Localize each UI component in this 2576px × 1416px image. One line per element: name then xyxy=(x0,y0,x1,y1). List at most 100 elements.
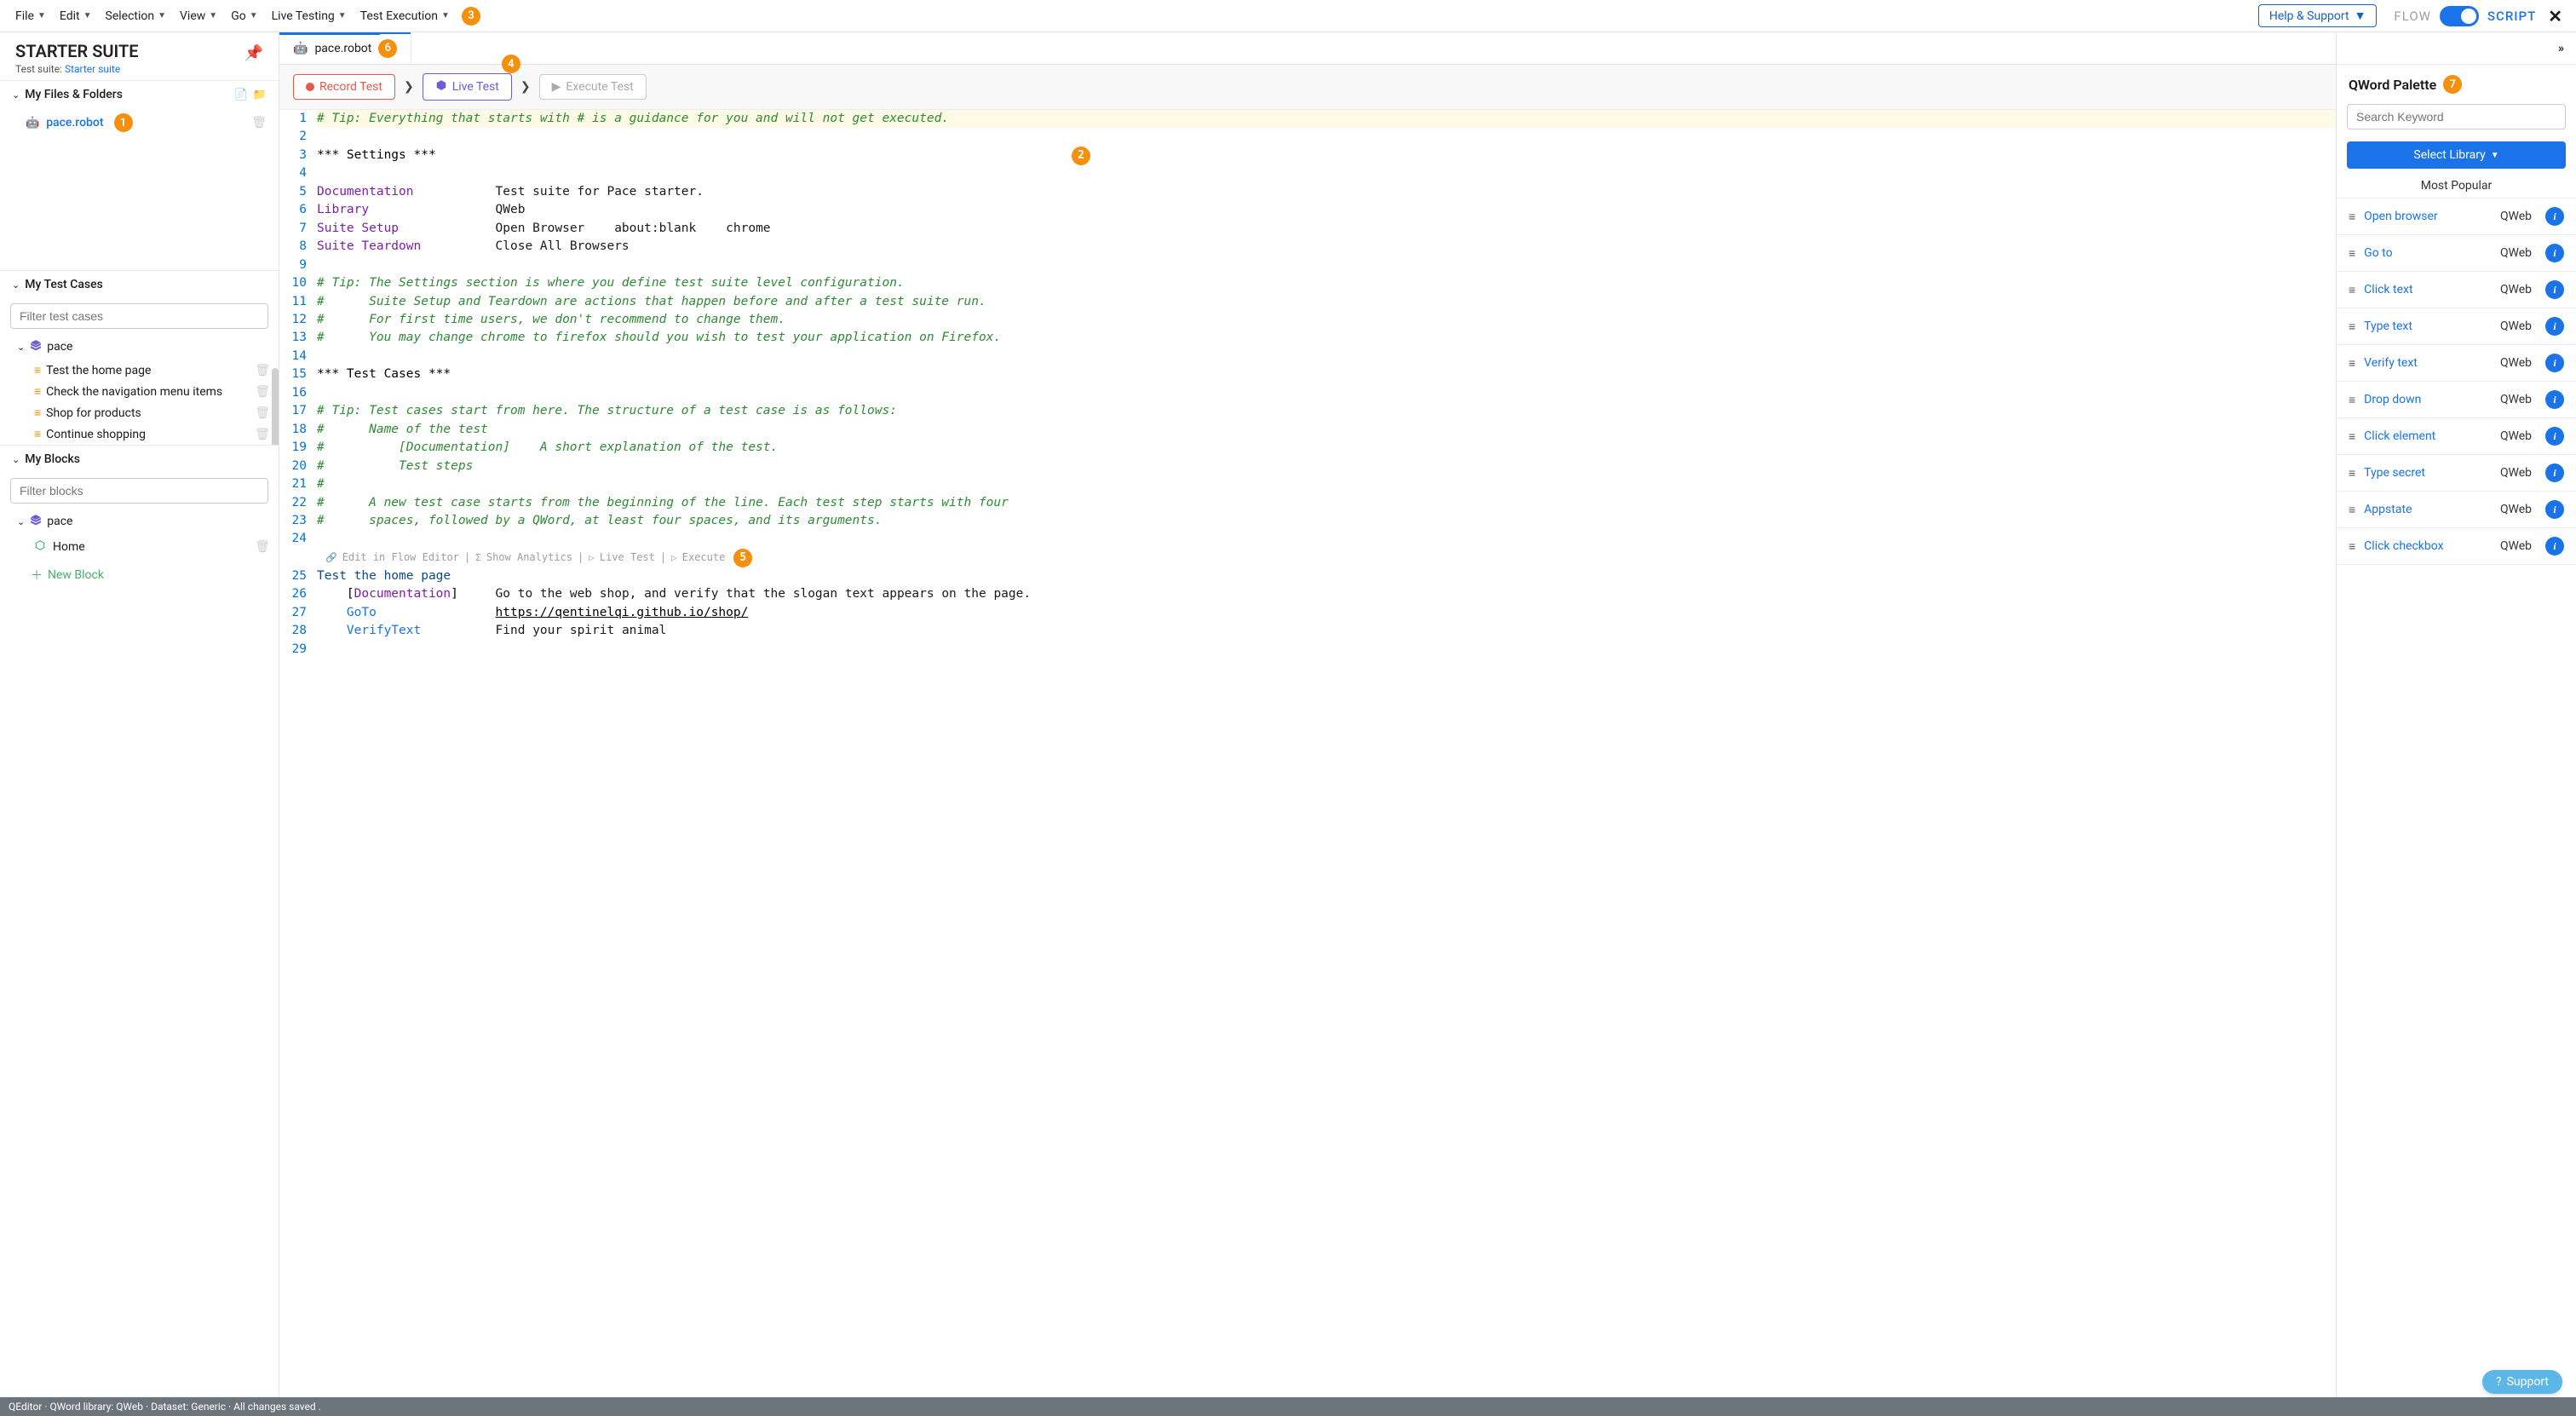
drag-icon[interactable]: ≡ xyxy=(2349,539,2355,554)
suite-title: STARTER SUITE xyxy=(15,41,139,61)
tab-pace-robot[interactable]: 🤖 pace.robot 6 xyxy=(279,32,411,64)
tour-badge-3: 3 xyxy=(462,7,480,26)
most-popular-label: Most Popular xyxy=(2337,174,2576,199)
drag-icon[interactable]: ≡ xyxy=(2349,210,2355,224)
testcases-header-label: My Test Cases xyxy=(25,278,103,291)
testcases-header[interactable]: ⌄ My Test Cases xyxy=(0,271,279,298)
files-header[interactable]: ⌄ My Files & Folders 📄 📁 xyxy=(0,81,279,108)
keyword-row[interactable]: ≡Click checkboxQWebi xyxy=(2337,528,2576,565)
tab-strip: 🤖 pace.robot 6 xyxy=(279,32,2336,65)
menu-live-testing[interactable]: Live Testing▼ xyxy=(265,4,354,28)
select-library-button[interactable]: Select Library▼ xyxy=(2347,141,2566,169)
execute-test-button[interactable]: ▶Execute Test xyxy=(539,74,647,100)
info-icon[interactable]: i xyxy=(2545,280,2564,299)
live-test-button[interactable]: Live Test xyxy=(423,73,512,101)
suite-link[interactable]: Starter suite xyxy=(65,63,120,75)
keyword-list[interactable]: ≡Open browserQWebi ≡Go toQWebi ≡Click te… xyxy=(2337,199,2576,1397)
info-icon[interactable]: i xyxy=(2545,354,2564,372)
record-test-button[interactable]: Record Test xyxy=(293,74,395,100)
search-keyword-input[interactable] xyxy=(2347,104,2566,130)
keyword-row[interactable]: ≡AppstateQWebi xyxy=(2337,492,2576,528)
lens-analytics[interactable]: Show Analytics xyxy=(486,550,572,566)
drag-icon[interactable]: ≡ xyxy=(2349,466,2355,481)
info-icon[interactable]: i xyxy=(2545,500,2564,519)
new-block-button[interactable]: ＋ New Block xyxy=(0,560,279,590)
expand-icon[interactable]: » xyxy=(2558,42,2564,55)
menu-selection[interactable]: Selection▼ xyxy=(99,4,174,28)
layers-icon xyxy=(30,339,42,354)
tour-badge-2: 2 xyxy=(1072,147,1090,165)
info-icon[interactable]: i xyxy=(2545,390,2564,409)
testcase-item[interactable]: ≡Test the home page🗑 xyxy=(0,360,279,381)
palette-title: QWord Palette xyxy=(2349,77,2436,93)
keyword-row[interactable]: ≡Drop downQWebi xyxy=(2337,382,2576,418)
help-support-button[interactable]: Help & Support▼ xyxy=(2258,4,2378,27)
drag-icon[interactable]: ≡ xyxy=(2349,246,2355,261)
lens-edit[interactable]: Edit in Flow Editor xyxy=(342,550,459,566)
list-icon: ≡ xyxy=(34,406,39,420)
drag-icon[interactable]: ≡ xyxy=(2349,429,2355,444)
scrollbar-thumb[interactable] xyxy=(272,368,279,445)
info-icon[interactable]: i xyxy=(2545,317,2564,336)
tour-badge-6: 6 xyxy=(378,39,397,58)
file-row[interactable]: 🤖 pace.robot 1 🗑 xyxy=(0,108,279,137)
list-icon: ≡ xyxy=(34,427,39,441)
menu-edit[interactable]: Edit▼ xyxy=(53,4,99,28)
lens-exec[interactable]: Execute xyxy=(682,550,726,566)
testcase-group[interactable]: ⌄ pace xyxy=(0,334,279,360)
delete-icon[interactable]: 🗑 xyxy=(255,385,270,399)
support-button[interactable]: ? Support xyxy=(2482,1370,2562,1394)
filter-testcases-input[interactable] xyxy=(10,303,268,329)
drag-icon[interactable]: ≡ xyxy=(2349,283,2355,297)
filter-blocks-input[interactable] xyxy=(10,478,268,504)
blocks-header[interactable]: ⌄ My Blocks xyxy=(0,446,279,473)
action-strip: Record Test ❯ Live Test 4 ❯ ▶Execute Tes… xyxy=(279,65,2336,110)
pin-icon[interactable]: 📌 xyxy=(244,44,263,62)
block-item[interactable]: Home 🗑 xyxy=(0,534,279,560)
delete-icon[interactable]: 🗑 xyxy=(251,116,267,130)
block-group[interactable]: ⌄ pace xyxy=(0,509,279,534)
info-icon[interactable]: i xyxy=(2545,427,2564,446)
view-mode-toggle[interactable] xyxy=(2440,6,2479,26)
keyword-row[interactable]: ≡Type secretQWebi xyxy=(2337,455,2576,492)
drag-icon[interactable]: ≡ xyxy=(2349,393,2355,407)
delete-icon[interactable]: 🗑 xyxy=(255,406,270,420)
tour-badge-1: 1 xyxy=(114,113,133,132)
new-file-icon[interactable]: 📄 xyxy=(234,89,248,101)
testcase-item[interactable]: ≡Continue shopping🗑 xyxy=(0,423,279,445)
menu-go[interactable]: Go▼ xyxy=(224,4,264,28)
delete-icon[interactable]: 🗑 xyxy=(255,428,270,441)
menu-file[interactable]: File▼ xyxy=(9,4,53,28)
keyword-row[interactable]: ≡Verify textQWebi xyxy=(2337,345,2576,382)
testcase-list[interactable]: ≡Test the home page🗑 ≡Check the navigati… xyxy=(0,360,279,445)
menu-view[interactable]: View▼ xyxy=(173,4,224,28)
status-bar: QEditor · QWord library: QWeb · Dataset:… xyxy=(0,1397,2576,1416)
info-icon[interactable]: i xyxy=(2545,244,2564,262)
lens-live[interactable]: Live Test xyxy=(600,550,655,566)
drag-icon[interactable]: ≡ xyxy=(2349,319,2355,334)
info-icon[interactable]: i xyxy=(2545,207,2564,226)
drag-icon[interactable]: ≡ xyxy=(2349,356,2355,371)
keyword-row[interactable]: ≡Click textQWebi xyxy=(2337,272,2576,308)
keyword-row[interactable]: ≡Type textQWebi xyxy=(2337,308,2576,345)
testcase-item[interactable]: ≡Check the navigation menu items🗑 xyxy=(0,381,279,402)
info-icon[interactable]: i xyxy=(2545,463,2564,482)
keyword-row[interactable]: ≡Click elementQWebi xyxy=(2337,418,2576,455)
keyword-row[interactable]: ≡Go toQWebi xyxy=(2337,235,2576,272)
caret-down-icon: ▼ xyxy=(83,11,92,20)
info-icon[interactable]: i xyxy=(2545,537,2564,555)
delete-icon[interactable]: 🗑 xyxy=(255,364,270,377)
menu-test-execution[interactable]: Test Execution▼ xyxy=(354,4,457,28)
files-actions: 📄 📁 xyxy=(234,89,267,101)
plus-icon: ＋ xyxy=(31,567,43,584)
testcase-item[interactable]: ≡Shop for products🗑 xyxy=(0,402,279,423)
close-icon[interactable]: ✕ xyxy=(2548,6,2562,26)
delete-icon[interactable]: 🗑 xyxy=(255,540,270,554)
chevron-down-icon: ⌄ xyxy=(12,279,20,291)
keyword-row[interactable]: ≡Open browserQWebi xyxy=(2337,199,2576,235)
caret-down-icon: ▼ xyxy=(158,11,166,20)
drag-icon[interactable]: ≡ xyxy=(2349,503,2355,517)
new-folder-icon[interactable]: 📁 xyxy=(253,89,267,101)
files-header-label: My Files & Folders xyxy=(25,88,123,101)
code-editor[interactable]: 1# Tip: Everything that starts with # is… xyxy=(279,110,2336,1397)
